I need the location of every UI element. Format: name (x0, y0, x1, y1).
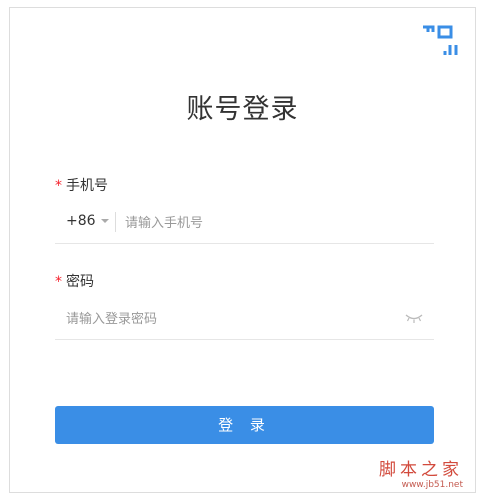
password-label: * 密码 (55, 271, 94, 291)
password-input[interactable] (66, 307, 386, 331)
phone-field-row: +86 (55, 203, 434, 244)
watermark-url: www.jb51.net (401, 480, 463, 490)
phone-input[interactable] (125, 211, 425, 235)
page-title: 账号登录 (186, 94, 299, 125)
required-mark: * (55, 274, 62, 290)
eye-closed-icon[interactable] (404, 312, 424, 324)
password-field-row (55, 299, 434, 340)
required-mark: * (55, 178, 62, 194)
divider (115, 212, 116, 232)
phone-label: * 手机号 (55, 175, 108, 195)
phone-label-text: 手机号 (66, 178, 108, 194)
caret-down-icon (100, 219, 109, 223)
country-code-value: +86 (66, 213, 96, 229)
password-label-text: 密码 (66, 274, 94, 290)
watermark-logo: 脚本之家 www.jb51.net (379, 455, 463, 490)
login-card: 账号登录 *手机号 +86 *密码 登 录 脚本之家 www.jb51.net (9, 7, 476, 493)
qr-code-corner-icon[interactable] (421, 23, 459, 57)
watermark-title: 脚本之家 (379, 460, 463, 480)
country-code-select[interactable]: +86 (66, 213, 109, 229)
login-button[interactable]: 登 录 (55, 406, 434, 444)
